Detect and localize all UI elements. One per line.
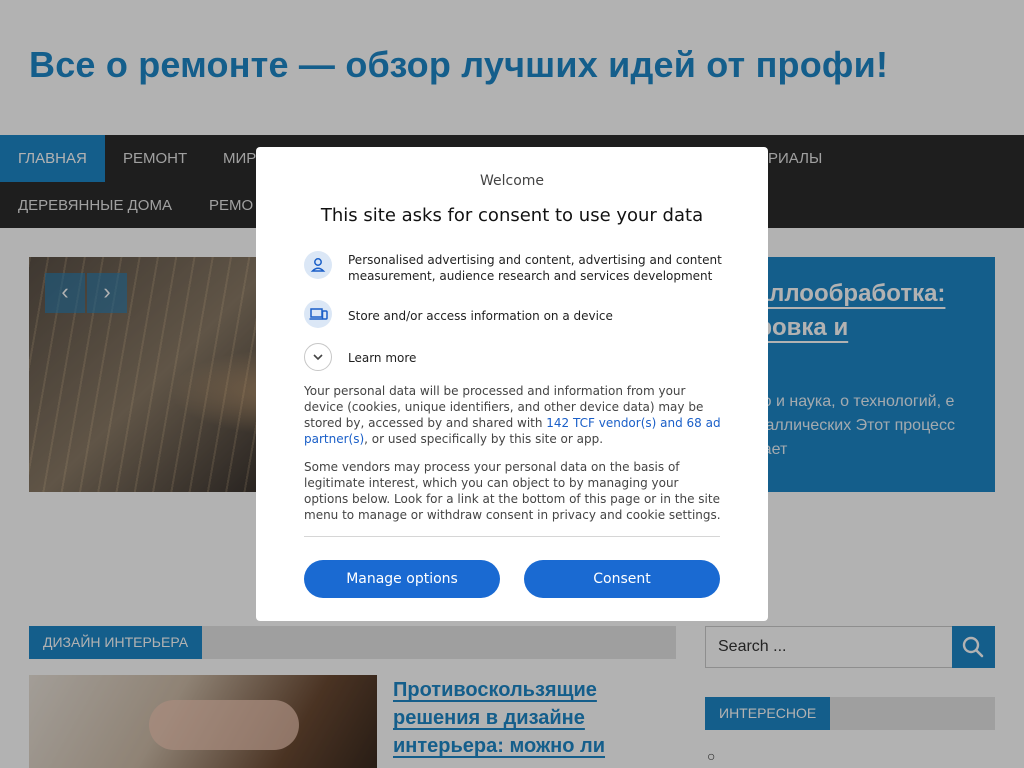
consent-dialog: Welcome This site asks for consent to us… (256, 147, 768, 621)
consent-button[interactable]: Consent (524, 560, 720, 598)
purpose-text: Personalised advertising and content, ad… (348, 253, 722, 283)
learn-more-label[interactable]: Learn more (348, 350, 416, 366)
learn-more-row[interactable]: Learn more (304, 343, 724, 371)
divider (304, 536, 720, 537)
consent-heading: This site asks for consent to use your d… (320, 205, 704, 226)
consent-paragraph-1: Your personal data will be processed and… (304, 383, 724, 447)
consent-welcome: Welcome (479, 173, 545, 189)
manage-options-button[interactable]: Manage options (304, 560, 500, 598)
purpose-personalised-ads: Personalised advertising and content, ad… (304, 251, 724, 285)
consent-paragraph-2: Some vendors may process your personal d… (304, 460, 721, 522)
person-icon (304, 251, 332, 279)
purpose-store-access: Store and/or access information on a dev… (304, 300, 724, 328)
purpose-text: Store and/or access information on a dev… (348, 309, 613, 323)
consent-text: , or used specifically by this site or a… (364, 432, 604, 446)
chevron-down-icon[interactable] (304, 343, 332, 371)
devices-icon (304, 300, 332, 328)
